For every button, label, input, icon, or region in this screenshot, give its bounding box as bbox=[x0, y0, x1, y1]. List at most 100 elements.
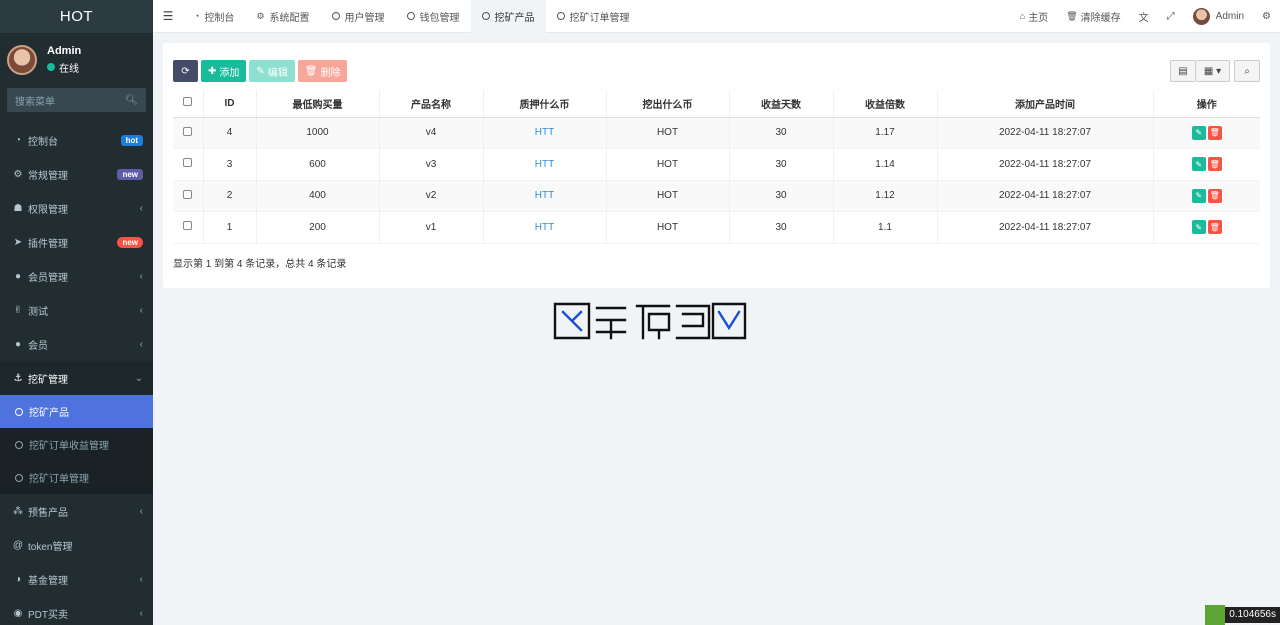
stake-coin-link[interactable]: HTT bbox=[535, 159, 554, 170]
list-view-button[interactable]: ▤ bbox=[1170, 60, 1196, 82]
user-status: 在线 bbox=[47, 60, 81, 75]
delete-button[interactable]: 🗑︎ 删除 bbox=[297, 60, 348, 82]
cell-product-name: v4 bbox=[379, 117, 484, 149]
sidebar: HOT Admin 在线 搜索菜单 🔍︎ ◔ 控制台 hot ⚙ 常规管理 ne… bbox=[0, 0, 153, 625]
cell-stake-coin[interactable]: HTT bbox=[483, 180, 607, 212]
menu-search-input[interactable]: 搜索菜单 🔍︎ bbox=[7, 88, 146, 112]
sidebar-item-dashboard[interactable]: ◔ 控制台 hot bbox=[0, 123, 153, 157]
table-header-row: ID 最低购买量 产品名称 质押什么币 挖出什么币 收益天数 收益倍数 添加产品… bbox=[173, 90, 1260, 118]
sidebar-item-general[interactable]: ⚙ 常规管理 new bbox=[0, 157, 153, 191]
sidebar-subitem-mining-products[interactable]: 挖矿产品 bbox=[0, 395, 153, 428]
tab-dashboard[interactable]: ◔ 控制台 bbox=[183, 0, 245, 33]
tab-mining-products[interactable]: 挖矿产品 bbox=[470, 0, 546, 33]
sidebar-item-presale[interactable]: ⁂ 预售产品 ‹ bbox=[0, 494, 153, 528]
table-row[interactable]: 1 200 v1 HTT HOT 30 1.1 2022-04-11 18:27… bbox=[173, 211, 1260, 244]
language-toggle-icon[interactable]: 文 bbox=[1130, 9, 1158, 24]
columns-dropdown[interactable]: ▦ ▾ bbox=[1196, 60, 1230, 82]
delete-row-button[interactable]: 🗑︎ bbox=[1207, 220, 1222, 235]
grid-icon: ▦ ▾ bbox=[1203, 65, 1222, 77]
sidebar-item-label: PDT买卖 bbox=[28, 609, 68, 621]
stake-coin-link[interactable]: HTT bbox=[535, 190, 554, 201]
user-name: Admin bbox=[47, 44, 82, 57]
column-header[interactable]: 收益天数 bbox=[729, 90, 834, 118]
column-header[interactable]: 质押什么币 bbox=[483, 90, 607, 118]
debug-timing-badge[interactable]: 0.104656s bbox=[1205, 605, 1280, 625]
clear-cache-button[interactable]: 🗑︎ 清除缓存 bbox=[1057, 9, 1129, 24]
hot-badge: hot bbox=[120, 134, 143, 146]
stake-coin-link[interactable]: HTT bbox=[535, 222, 554, 233]
gear-icon: ⚙ bbox=[256, 10, 265, 21]
sidebar-item-members[interactable]: ● 会员管理 ‹ bbox=[0, 259, 153, 293]
tab-mining-orders[interactable]: 挖矿订单管理 bbox=[546, 0, 641, 33]
row-select[interactable] bbox=[173, 180, 204, 212]
circle-icon bbox=[331, 12, 340, 20]
sidebar-subitem-label: 挖矿产品 bbox=[29, 408, 69, 419]
edit-row-button[interactable]: ✎ bbox=[1191, 125, 1206, 140]
edit-row-button[interactable]: ✎ bbox=[1191, 220, 1206, 235]
stake-coin-link[interactable]: HTT bbox=[535, 127, 554, 138]
sidebar-item-label: 会员 bbox=[28, 340, 48, 352]
user-menu[interactable]: Admin bbox=[1184, 7, 1253, 25]
chevron-left-icon: ‹ bbox=[139, 304, 143, 316]
sidebar-subitem-mining-orders[interactable]: 挖矿订单管理 bbox=[0, 461, 153, 494]
sidebar-item-member[interactable]: ● 会员 ‹ bbox=[0, 327, 153, 361]
column-header[interactable]: 添加产品时间 bbox=[937, 90, 1154, 118]
table-row[interactable]: 3 600 v3 HTT HOT 30 1.14 2022-04-11 18:2… bbox=[173, 148, 1260, 181]
home-link[interactable]: ⌂ 主页 bbox=[1011, 9, 1057, 24]
table-row[interactable]: 4 1000 v4 HTT HOT 30 1.17 2022-04-11 18:… bbox=[173, 117, 1260, 149]
search-icon[interactable]: 🔍︎ bbox=[125, 95, 138, 106]
sidebar-item-pdt[interactable]: ◉ PDT买卖 ‹ bbox=[0, 596, 153, 625]
sidebar-item-label: 基金管理 bbox=[28, 575, 68, 587]
row-select[interactable] bbox=[173, 148, 204, 181]
add-button[interactable]: ✚ 添加 bbox=[201, 60, 247, 82]
search-button[interactable]: ⌕ bbox=[1234, 60, 1260, 82]
sidebar-subitem-label: 挖矿订单管理 bbox=[29, 474, 89, 485]
column-header[interactable]: 产品名称 bbox=[379, 90, 484, 118]
row-select[interactable] bbox=[173, 211, 204, 244]
tab-user-management[interactable]: 用户管理 bbox=[321, 0, 396, 33]
row-checkbox[interactable] bbox=[183, 126, 193, 136]
delete-row-button[interactable]: 🗑︎ bbox=[1207, 157, 1222, 172]
column-header[interactable]: 挖出什么币 bbox=[606, 90, 730, 118]
fullscreen-icon[interactable]: ⤢ bbox=[1158, 11, 1184, 22]
table-row[interactable]: 2 400 v2 HTT HOT 30 1.12 2022-04-11 18:2… bbox=[173, 180, 1260, 212]
sidebar-item-fund[interactable]: ◑ 基金管理 ‹ bbox=[0, 562, 153, 596]
menu-toggle-icon[interactable]: ☰ bbox=[153, 9, 183, 23]
cell-stake-coin[interactable]: HTT bbox=[483, 117, 607, 149]
sidebar-item-plugins[interactable]: ➤ 插件管理 new bbox=[0, 225, 153, 259]
sidebar-item-mining[interactable]: ⚓ 挖矿管理 ⌄ bbox=[0, 361, 153, 395]
dashboard-icon: ◔ bbox=[194, 11, 200, 21]
sidebar-item-label: 插件管理 bbox=[28, 238, 68, 250]
tab-wallet-management[interactable]: 钱包管理 bbox=[396, 0, 471, 33]
refresh-button[interactable]: ⟳ bbox=[173, 60, 198, 82]
sidebar-item-token[interactable]: @ token管理 bbox=[0, 528, 153, 562]
row-checkbox[interactable] bbox=[183, 221, 193, 231]
row-select[interactable] bbox=[173, 117, 204, 149]
select-all-header[interactable] bbox=[173, 90, 204, 118]
edit-row-button[interactable]: ✎ bbox=[1191, 157, 1206, 172]
cell-mine-coin: HOT bbox=[606, 148, 730, 181]
tab-system-config[interactable]: ⚙ 系统配置 bbox=[245, 0, 320, 33]
trash-icon: 🗑︎ bbox=[304, 65, 318, 77]
app-logo[interactable]: HOT bbox=[0, 0, 153, 33]
settings-gear-icon[interactable]: ⚙ bbox=[1253, 11, 1280, 22]
delete-row-button[interactable]: 🗑︎ bbox=[1207, 188, 1222, 203]
select-all-checkbox[interactable] bbox=[183, 97, 193, 107]
sidebar-subitem-mining-order-income[interactable]: 挖矿订单收益管理 bbox=[0, 428, 153, 461]
column-header[interactable]: 最低购买量 bbox=[256, 90, 380, 118]
edit-row-button[interactable]: ✎ bbox=[1191, 188, 1206, 203]
new-badge: new bbox=[117, 236, 143, 248]
table-toolbar: ⟳ ✚ 添加 ✎ 编辑 🗑︎ 删除 bbox=[173, 60, 350, 82]
delete-row-button[interactable]: 🗑︎ bbox=[1207, 125, 1222, 140]
sidebar-item-permissions[interactable]: ☗ 权限管理 ‹ bbox=[0, 191, 153, 225]
sidebar-item-test[interactable]: ✌ 测试 ‹ bbox=[0, 293, 153, 327]
column-header[interactable]: 收益倍数 bbox=[833, 90, 938, 118]
cell-stake-coin[interactable]: HTT bbox=[483, 211, 607, 244]
tab-label: 控制台 bbox=[204, 12, 235, 24]
list-icon: ▤ bbox=[1178, 65, 1188, 77]
column-header[interactable]: ID bbox=[203, 90, 257, 118]
cell-stake-coin[interactable]: HTT bbox=[483, 148, 607, 181]
row-checkbox[interactable] bbox=[183, 189, 193, 199]
edit-button[interactable]: ✎ 编辑 bbox=[249, 60, 295, 82]
row-checkbox[interactable] bbox=[183, 158, 193, 168]
